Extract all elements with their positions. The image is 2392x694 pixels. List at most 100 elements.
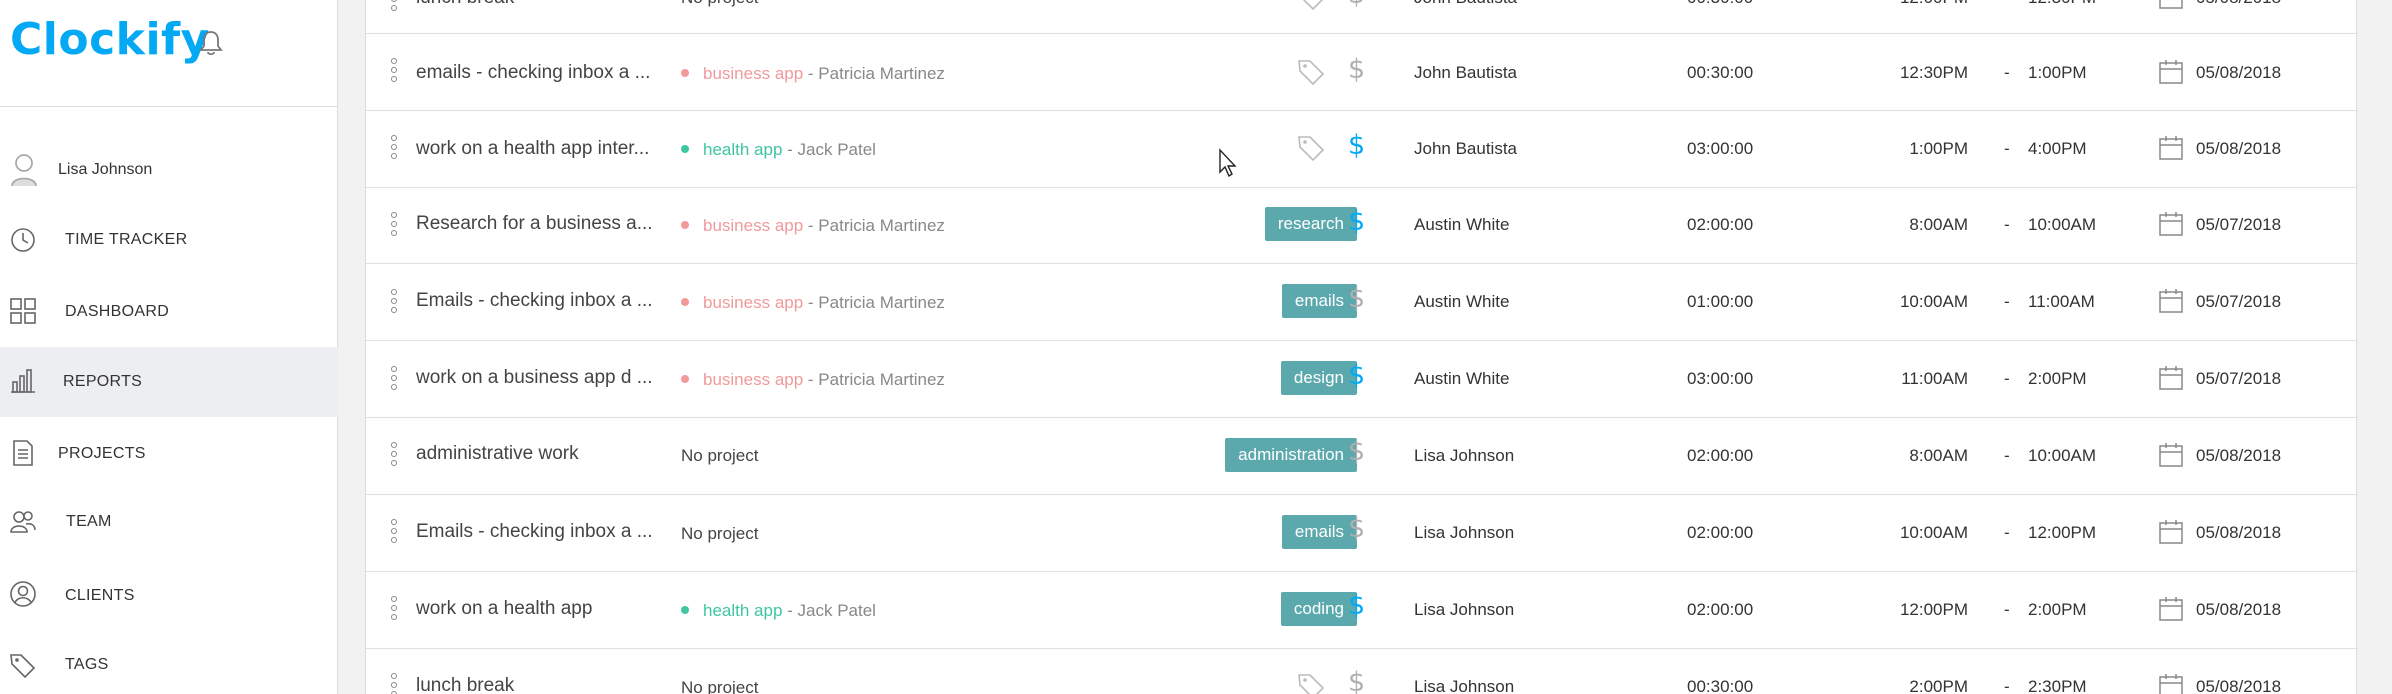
entry-project[interactable]: health app - Jack Patel	[681, 601, 876, 621]
entry-end-time[interactable]: 12:30PM	[2028, 0, 2096, 8]
sidebar-item-tags[interactable]: TAGS	[0, 630, 338, 694]
entry-description[interactable]: lunch break	[416, 675, 514, 694]
table-row[interactable]: work on a business app d ... business ap…	[366, 341, 2358, 418]
entry-start-time[interactable]: 12:00PM	[1900, 600, 1968, 620]
user-profile[interactable]: Lisa Johnson	[0, 150, 338, 190]
entry-description[interactable]: lunch break	[416, 0, 514, 9]
entry-description[interactable]: Emails - checking inbox a ...	[416, 290, 653, 312]
tag-icon[interactable]	[1296, 0, 1326, 12]
entry-duration[interactable]: 02:00:00	[1687, 523, 1753, 543]
calendar-icon[interactable]	[2158, 596, 2184, 622]
entry-end-time[interactable]: 4:00PM	[2028, 139, 2087, 159]
entry-date[interactable]: 05/07/2018	[2196, 369, 2281, 389]
entry-duration[interactable]: 00:30:00	[1687, 677, 1753, 694]
table-row[interactable]: lunch break No project $ Lisa Johnson 00…	[366, 649, 2358, 694]
tag-badge[interactable]: design	[1280, 361, 1357, 395]
sidebar-item-reports[interactable]: REPORTS	[0, 347, 338, 417]
entry-date[interactable]: 05/08/2018	[2196, 63, 2281, 83]
entry-description[interactable]: work on a health app	[416, 598, 592, 620]
entry-project[interactable]: business app - Patricia Martinez	[681, 293, 945, 313]
entry-date[interactable]: 05/08/2018	[2196, 0, 2281, 8]
billable-icon[interactable]: $	[1348, 54, 1365, 85]
entry-date[interactable]: 05/08/2018	[2196, 677, 2281, 694]
sidebar-item-team[interactable]: TEAM	[0, 487, 338, 557]
entry-date[interactable]: 05/07/2018	[2196, 215, 2281, 235]
entry-end-time[interactable]: 12:00PM	[2028, 523, 2096, 543]
entry-project[interactable]: health app - Jack Patel	[681, 140, 876, 160]
tag-badge[interactable]: emails	[1281, 284, 1357, 318]
entry-project[interactable]: No project	[681, 524, 758, 544]
sidebar-item-clients[interactable]: CLIENTS	[0, 561, 338, 631]
more-options-icon[interactable]	[391, 519, 397, 547]
entry-description[interactable]: work on a health app inter...	[416, 138, 649, 160]
entry-start-time[interactable]: 1:00PM	[1909, 139, 1968, 159]
sidebar-item-dashboard[interactable]: DASHBOARD	[0, 277, 338, 347]
billable-icon[interactable]: $	[1348, 283, 1365, 314]
entry-end-time[interactable]: 2:30PM	[2028, 677, 2087, 694]
entry-date[interactable]: 05/07/2018	[2196, 292, 2281, 312]
entry-duration[interactable]: 03:00:00	[1687, 139, 1753, 159]
calendar-icon[interactable]	[2158, 673, 2184, 694]
more-options-icon[interactable]	[391, 442, 397, 470]
sidebar-item-time-tracker[interactable]: TIME TRACKER	[0, 205, 338, 275]
entry-project[interactable]: business app - Patricia Martinez	[681, 370, 945, 390]
tag-badge[interactable]: research	[1264, 207, 1357, 241]
entry-description[interactable]: Research for a business a...	[416, 213, 653, 235]
entry-duration[interactable]: 02:00:00	[1687, 446, 1753, 466]
more-options-icon[interactable]	[391, 596, 397, 624]
more-options-icon[interactable]	[391, 58, 397, 86]
billable-icon[interactable]: $	[1348, 513, 1365, 544]
calendar-icon[interactable]	[2158, 288, 2184, 314]
entry-description[interactable]: emails - checking inbox a ...	[416, 62, 650, 84]
more-options-icon[interactable]	[391, 212, 397, 240]
entry-duration[interactable]: 00:30:00	[1687, 63, 1753, 83]
calendar-icon[interactable]	[2158, 519, 2184, 545]
entry-description[interactable]: work on a business app d ...	[416, 367, 653, 389]
entry-duration[interactable]: 00:30:00	[1687, 0, 1753, 8]
entry-duration[interactable]: 03:00:00	[1687, 369, 1753, 389]
entry-description[interactable]: administrative work	[416, 443, 579, 465]
billable-icon[interactable]: $	[1348, 0, 1365, 10]
sidebar-item-projects[interactable]: PROJECTS	[0, 419, 338, 489]
billable-icon[interactable]: $	[1348, 436, 1365, 467]
clockify-logo[interactable]: Clockify	[10, 14, 210, 65]
table-row[interactable]: work on a health app inter... health app…	[366, 111, 2358, 188]
calendar-icon[interactable]	[2158, 135, 2184, 161]
entry-project[interactable]: No project	[681, 446, 758, 466]
entry-start-time[interactable]: 8:00AM	[1909, 446, 1968, 466]
billable-icon[interactable]: $	[1348, 360, 1365, 391]
table-row[interactable]: Research for a business a... business ap…	[366, 187, 2358, 264]
entry-start-time[interactable]: 12:00PM	[1900, 0, 1968, 8]
table-row[interactable]: lunch break No project $ John Bautista 0…	[366, 0, 2358, 34]
tag-icon[interactable]	[1296, 57, 1326, 87]
entry-end-time[interactable]: 10:00AM	[2028, 215, 2096, 235]
tag-badge[interactable]: emails	[1281, 515, 1357, 549]
calendar-icon[interactable]	[2158, 442, 2184, 468]
more-options-icon[interactable]	[391, 289, 397, 317]
calendar-icon[interactable]	[2158, 59, 2184, 85]
entry-end-time[interactable]: 10:00AM	[2028, 446, 2096, 466]
tag-icon[interactable]	[1296, 133, 1326, 163]
entry-start-time[interactable]: 10:00AM	[1900, 523, 1968, 543]
entry-project[interactable]: business app - Patricia Martinez	[681, 216, 945, 236]
entry-description[interactable]: Emails - checking inbox a ...	[416, 521, 653, 543]
more-options-icon[interactable]	[391, 0, 397, 15]
calendar-icon[interactable]	[2158, 365, 2184, 391]
entry-end-time[interactable]: 1:00PM	[2028, 63, 2087, 83]
billable-icon[interactable]: $	[1348, 667, 1365, 694]
entry-start-time[interactable]: 10:00AM	[1900, 292, 1968, 312]
entry-start-time[interactable]: 12:30PM	[1900, 63, 1968, 83]
entry-start-time[interactable]: 8:00AM	[1909, 215, 1968, 235]
tag-badge[interactable]: coding	[1280, 592, 1357, 626]
entry-end-time[interactable]: 11:00AM	[2028, 292, 2095, 312]
table-row[interactable]: work on a health app health app - Jack P…	[366, 572, 2358, 649]
entry-date[interactable]: 05/08/2018	[2196, 446, 2281, 466]
entry-duration[interactable]: 01:00:00	[1687, 292, 1753, 312]
billable-icon[interactable]: $	[1348, 206, 1365, 237]
entry-date[interactable]: 05/08/2018	[2196, 600, 2281, 620]
entry-start-time[interactable]: 11:00AM	[1901, 369, 1968, 389]
entry-project[interactable]: No project	[681, 678, 758, 694]
billable-icon[interactable]: $	[1348, 590, 1365, 621]
billable-icon[interactable]: $	[1348, 130, 1365, 161]
calendar-icon[interactable]	[2158, 211, 2184, 237]
